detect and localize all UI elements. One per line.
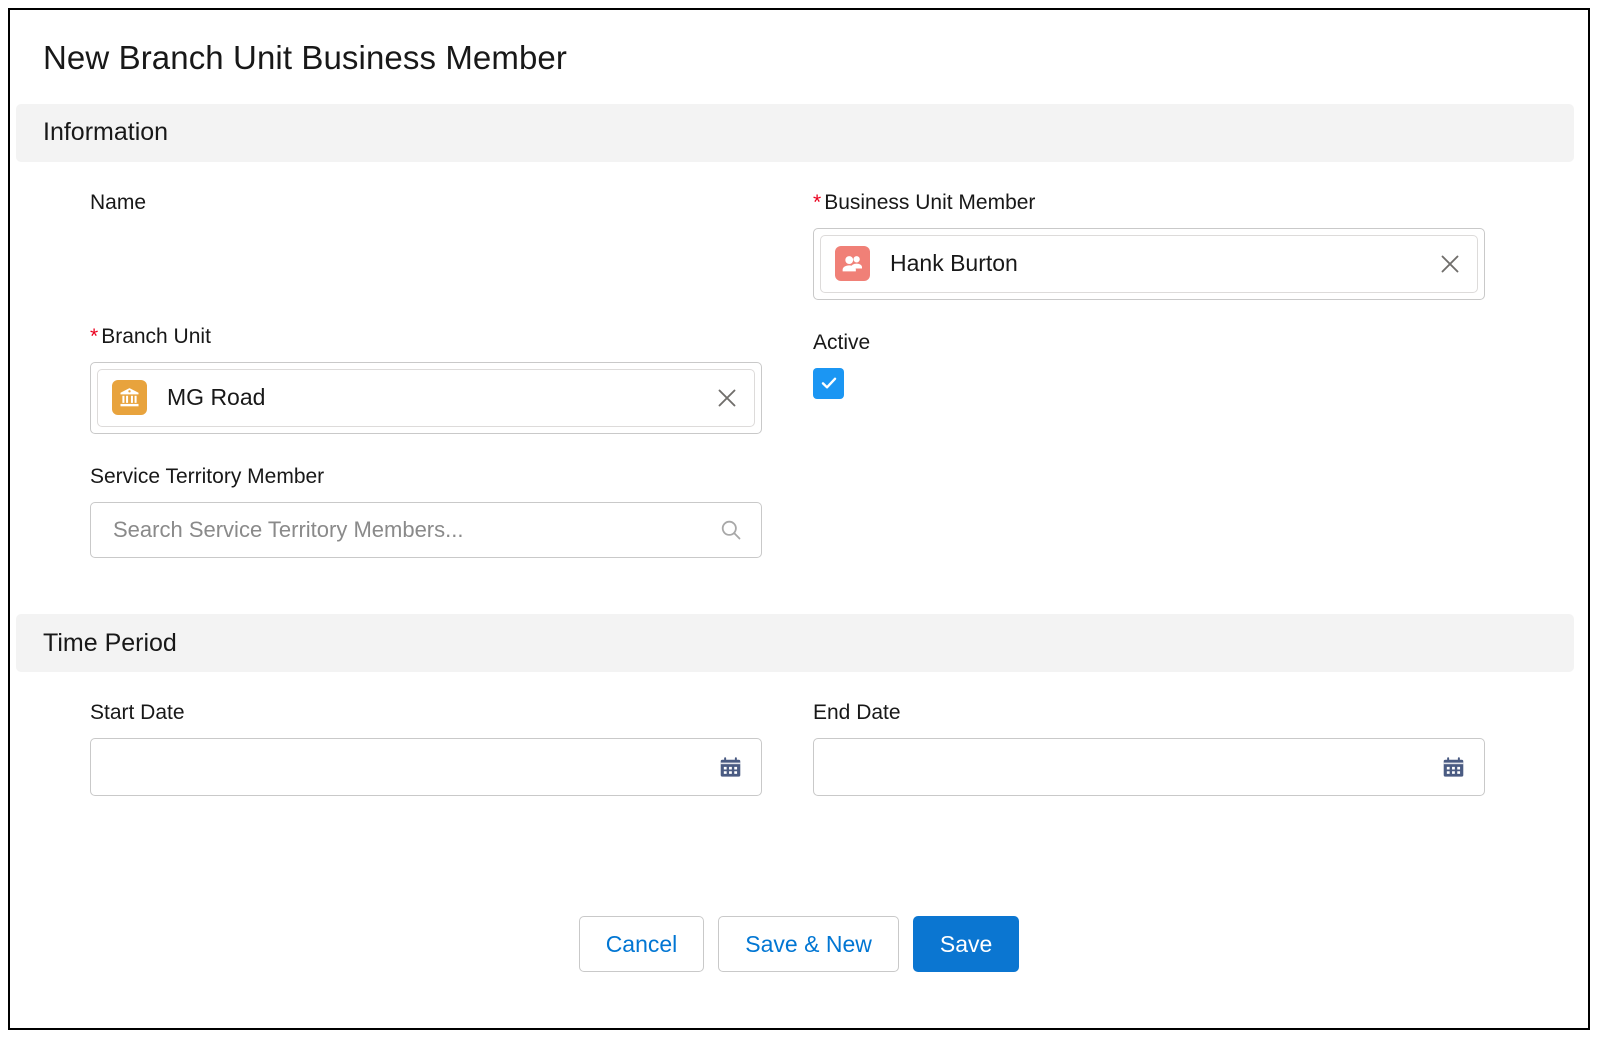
field-start-date: Start Date xyxy=(90,700,799,796)
section-header-information: Information xyxy=(16,104,1574,162)
close-icon[interactable] xyxy=(712,383,742,413)
modal-dialog: New Branch Unit Business Member Informat… xyxy=(8,8,1590,1030)
business-unit-member-pill[interactable]: Hank Burton xyxy=(820,235,1478,293)
branch-unit-lookup[interactable]: MG Road xyxy=(90,362,762,434)
field-label-active: Active xyxy=(813,330,1588,355)
page-title: New Branch Unit Business Member xyxy=(10,10,1588,78)
field-label-text: Business Unit Member xyxy=(824,191,1035,214)
search-icon[interactable] xyxy=(717,516,745,544)
field-label-service-territory-member: Service Territory Member xyxy=(90,464,799,489)
field-active: Active xyxy=(813,330,1588,399)
branch-unit-pill[interactable]: MG Road xyxy=(97,369,755,427)
time-period-right-column: End Date xyxy=(799,672,1588,796)
business-unit-member-lookup[interactable]: Hank Burton xyxy=(813,228,1485,300)
section-header-time-period: Time Period xyxy=(16,614,1574,672)
service-territory-member-search[interactable] xyxy=(90,502,762,558)
start-date-input[interactable] xyxy=(111,754,717,780)
field-name: Name xyxy=(90,190,799,294)
save-and-new-button[interactable]: Save & New xyxy=(718,916,899,972)
end-date-input-wrapper[interactable] xyxy=(813,738,1485,796)
cancel-button[interactable]: Cancel xyxy=(579,916,705,972)
field-label-text: Branch Unit xyxy=(101,325,211,348)
information-left-column: Name *Branch Unit xyxy=(10,162,799,559)
end-date-input[interactable] xyxy=(834,754,1440,780)
calendar-icon[interactable] xyxy=(717,754,743,780)
field-label-start-date: Start Date xyxy=(90,700,799,725)
field-label-end-date: End Date xyxy=(813,700,1588,725)
business-unit-member-value: Hank Burton xyxy=(890,250,1435,277)
start-date-input-wrapper[interactable] xyxy=(90,738,762,796)
information-fields: Name *Branch Unit xyxy=(10,162,1588,559)
time-period-left-column: Start Date xyxy=(10,672,799,796)
field-branch-unit: *Branch Unit xyxy=(90,324,799,434)
field-label-branch-unit: *Branch Unit xyxy=(90,324,799,349)
field-label-name: Name xyxy=(90,190,799,215)
section-title: Time Period xyxy=(43,629,177,658)
field-business-unit-member: *Business Unit Member Hank Burton xyxy=(813,190,1588,300)
branch-unit-value: MG Road xyxy=(167,384,712,411)
bank-icon xyxy=(112,380,147,415)
time-period-fields: Start Date xyxy=(10,672,1588,796)
field-end-date: End Date xyxy=(813,700,1588,796)
section-title: Information xyxy=(43,118,168,147)
save-button[interactable]: Save xyxy=(913,916,1019,972)
modal-footer: Cancel Save & New Save xyxy=(10,916,1588,972)
search-input[interactable] xyxy=(113,517,717,543)
field-service-territory-member: Service Territory Member xyxy=(90,464,799,558)
people-icon xyxy=(835,246,870,281)
name-value-placeholder xyxy=(90,228,799,294)
field-label-business-unit-member: *Business Unit Member xyxy=(813,190,1588,215)
active-checkbox[interactable] xyxy=(813,368,844,399)
information-right-column: *Business Unit Member Hank Burton xyxy=(799,162,1588,559)
close-icon[interactable] xyxy=(1435,249,1465,279)
required-asterisk-business-unit-member: * xyxy=(813,191,821,214)
calendar-icon[interactable] xyxy=(1440,754,1466,780)
required-asterisk-branch-unit: * xyxy=(90,325,98,348)
